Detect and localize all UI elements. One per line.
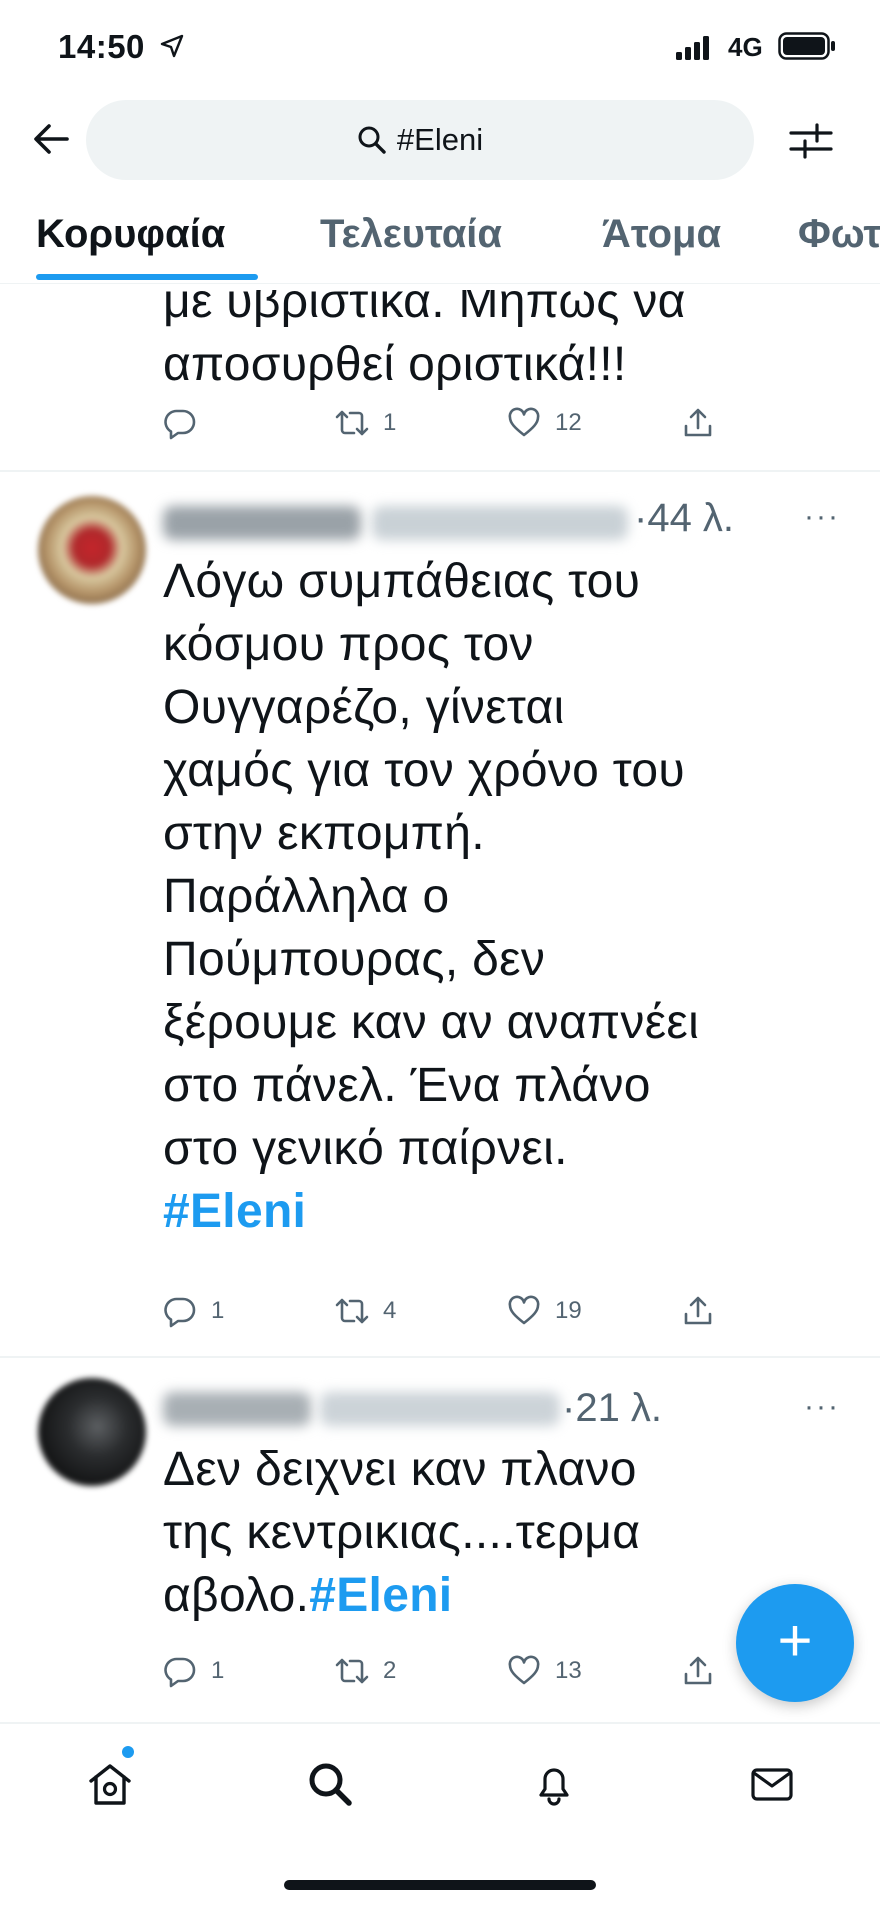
tweet-actions: 1 12 [163,406,723,446]
share-button[interactable] [681,1654,715,1688]
back-arrow-icon [34,124,69,154]
reply-button[interactable]: 1 [163,1654,224,1688]
blurred-username [372,506,628,540]
avatar[interactable] [38,1378,146,1486]
bell-icon [539,1768,569,1806]
mail-icon [751,1768,793,1801]
tab-photos[interactable]: Φωτ [798,212,880,257]
reply-icon [164,1657,196,1688]
battery-icon [778,32,835,60]
retweet-button[interactable]: 2 [335,1654,396,1688]
tab-top[interactable]: Κορυφαία [36,212,225,257]
retweet-icon [335,1298,369,1324]
search-icon [358,126,386,154]
tweet-text: Λόγω συμπάθειας του κόσμου προς τον Ουγγ… [163,555,700,1238]
blurred-username [320,1392,560,1426]
nav-messages[interactable] [742,1754,802,1814]
heart-icon [508,1295,540,1325]
tweet-time: ·44 λ. [634,496,735,540]
reply-icon [164,1297,196,1328]
search-icon [309,1763,352,1806]
retweet-icon [335,410,369,436]
home-icon [89,1764,131,1805]
compose-tweet-button[interactable]: + [736,1584,854,1702]
tab-latest[interactable]: Τελευταία [320,212,502,257]
tweet-text: Δεν δειχνει καν πλανο της κεντρικιας....… [163,1443,641,1622]
tweet-divider [0,470,880,472]
bottom-nav [0,1722,880,1906]
reply-button[interactable] [163,406,211,440]
avatar[interactable] [38,496,146,604]
more-options-icon[interactable]: ··· [804,500,840,534]
share-button[interactable] [681,1294,715,1328]
heart-icon [508,407,540,437]
share-icon [684,1656,712,1685]
tabs-divider [0,283,880,284]
search-tabs: Κορυφαία Τελευταία Άτομα Φωτ [0,200,880,284]
retweet-button[interactable]: 4 [335,1294,396,1328]
share-icon [684,408,712,437]
status-time: 14:50 [58,28,145,65]
filter-button[interactable] [786,116,836,166]
hashtag-link[interactable]: #Eleni [309,1569,452,1622]
tweet-text-line: αποσυρθεί οριστικά!!! [163,338,627,391]
back-button[interactable] [28,116,74,162]
nav-notifications[interactable] [524,1754,584,1814]
status-bar: 14:50 4G [0,0,880,100]
search-input[interactable]: #Eleni [86,100,754,180]
blurred-display-name [163,1392,311,1426]
tweet-actions: 1 4 19 [163,1294,723,1334]
share-icon [684,1296,712,1325]
plus-icon: + [777,1607,813,1674]
retweet-button[interactable]: 1 [335,406,396,440]
tweet-actions: 1 2 13 [163,1654,723,1694]
nav-home[interactable] [80,1754,140,1814]
like-button[interactable]: 19 [507,1294,582,1328]
more-options-icon[interactable]: ··· [804,1390,840,1424]
reply-icon [164,409,196,440]
sliders-icon [789,123,833,159]
share-button[interactable] [681,406,715,440]
heart-icon [508,1655,540,1685]
network-label: 4G [728,32,763,62]
signal-icon [676,36,709,60]
search-query: #Eleni [396,122,484,157]
like-button[interactable]: 13 [507,1654,582,1688]
tweet-time: ·21 λ. [562,1386,663,1430]
tweet-divider [0,1356,880,1358]
blurred-display-name [163,506,361,540]
home-notification-dot [122,1746,134,1758]
tab-people[interactable]: Άτομα [602,212,721,257]
nav-search[interactable] [300,1754,360,1814]
hashtag-link[interactable]: #Eleni [163,1185,306,1238]
like-button[interactable]: 12 [507,406,582,440]
retweet-icon [335,1658,369,1684]
location-arrow-icon [160,34,184,58]
home-indicator [284,1880,596,1890]
active-tab-indicator [36,274,258,280]
reply-button[interactable]: 1 [163,1294,224,1328]
